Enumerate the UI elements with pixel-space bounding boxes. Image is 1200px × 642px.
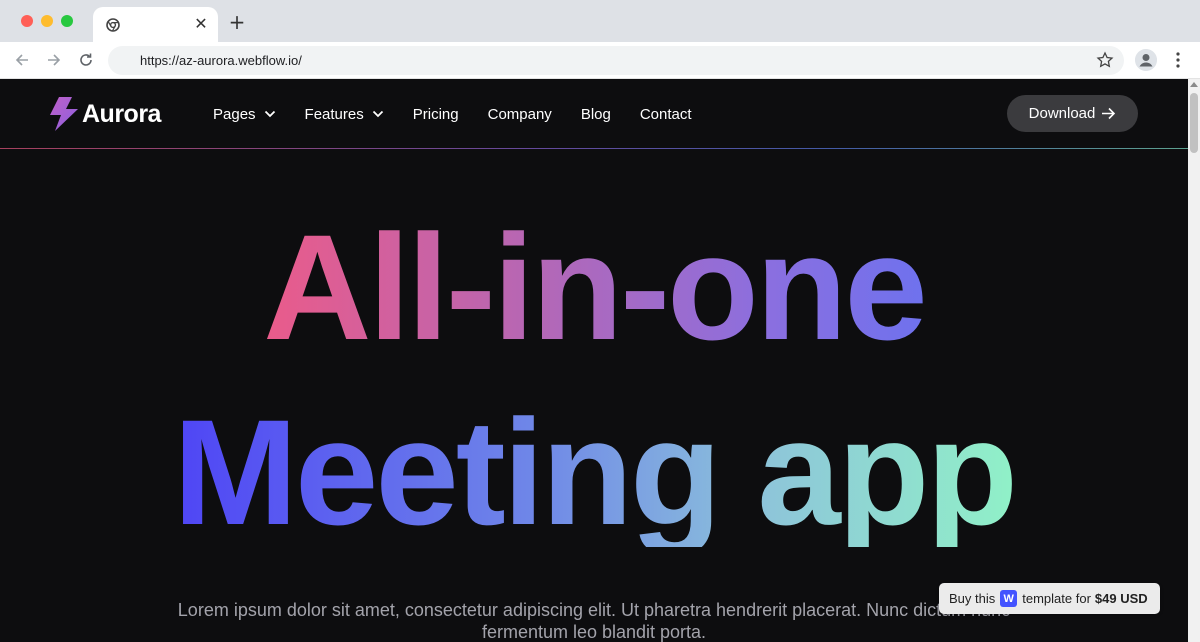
window-maximize-button[interactable] [61,15,73,27]
nav-item-pages[interactable]: Pages [213,106,276,123]
browser-tab-strip: ✕ + [0,0,1200,42]
lightning-bolt-icon [50,97,78,131]
window-minimize-button[interactable] [41,15,53,27]
bookmark-star-icon[interactable] [1096,51,1114,69]
aurora-logo[interactable]: Aurora [48,96,161,132]
main-menu: Pages Features Pricing Company Blog Cont… [213,104,721,124]
nav-item-blog[interactable]: Blog [581,106,611,123]
nav-item-features[interactable]: Features [305,106,384,123]
chrome-favicon-icon [106,18,120,32]
profile-avatar-icon[interactable] [1135,49,1157,71]
hero-description: Lorem ipsum dolor sit amet, consectetur … [177,600,1011,642]
buy-template-badge[interactable]: Buy this W template for $49 USD [939,583,1160,614]
back-arrow-icon[interactable] [13,51,31,69]
site-navbar: Aurora Pages Features Pricing Company Bl… [0,79,1188,148]
nav-divider [0,148,1188,149]
nav-item-label: Blog [580,105,611,123]
webflow-logo-icon: W [1000,590,1018,607]
badge-price: $49 USD [1094,591,1148,606]
url-text[interactable]: https://az-aurora.webflow.io/ [140,53,302,68]
download-button[interactable]: Download [1007,95,1138,132]
nav-item-pricing[interactable]: Pricing [413,106,459,123]
page-scrollbar[interactable] [1188,79,1200,642]
nav-item-label: Company [487,105,552,123]
badge-prefix: Buy this [949,591,996,606]
window-close-button[interactable] [21,15,33,27]
hero-title-line-2: Meeting app [0,397,1188,547]
nav-item-contact[interactable]: Contact [640,106,692,123]
new-tab-icon[interactable]: + [228,12,246,32]
hero-title-line-1: All-in-one [0,212,1188,362]
scroll-thumb[interactable] [1190,93,1198,153]
nav-item-company[interactable]: Company [488,106,552,123]
nav-item-label: Pages [213,105,256,123]
browser-tab[interactable]: ✕ [93,7,218,42]
page-viewport: Aurora Pages Features Pricing Company Bl… [0,79,1188,642]
nav-item-label: Features [304,105,364,123]
logo-text: Aurora [82,99,161,128]
nav-item-label: Contact [639,105,692,123]
badge-suffix: template for [1022,591,1091,606]
chevron-down-icon [372,110,383,118]
forward-arrow-icon[interactable] [45,51,63,69]
tab-close-icon[interactable]: ✕ [193,16,209,32]
download-button-label: Download [1028,105,1096,122]
browser-menu-icon[interactable] [1170,51,1186,69]
scroll-up-arrow-icon[interactable] [1190,82,1198,87]
nav-item-label: Pricing [412,105,459,123]
chevron-down-icon [264,110,275,118]
reload-icon[interactable] [77,51,95,69]
browser-toolbar: https://az-aurora.webflow.io/ [0,42,1200,79]
arrow-right-icon [1102,107,1116,120]
address-bar[interactable]: https://az-aurora.webflow.io/ [108,46,1124,75]
